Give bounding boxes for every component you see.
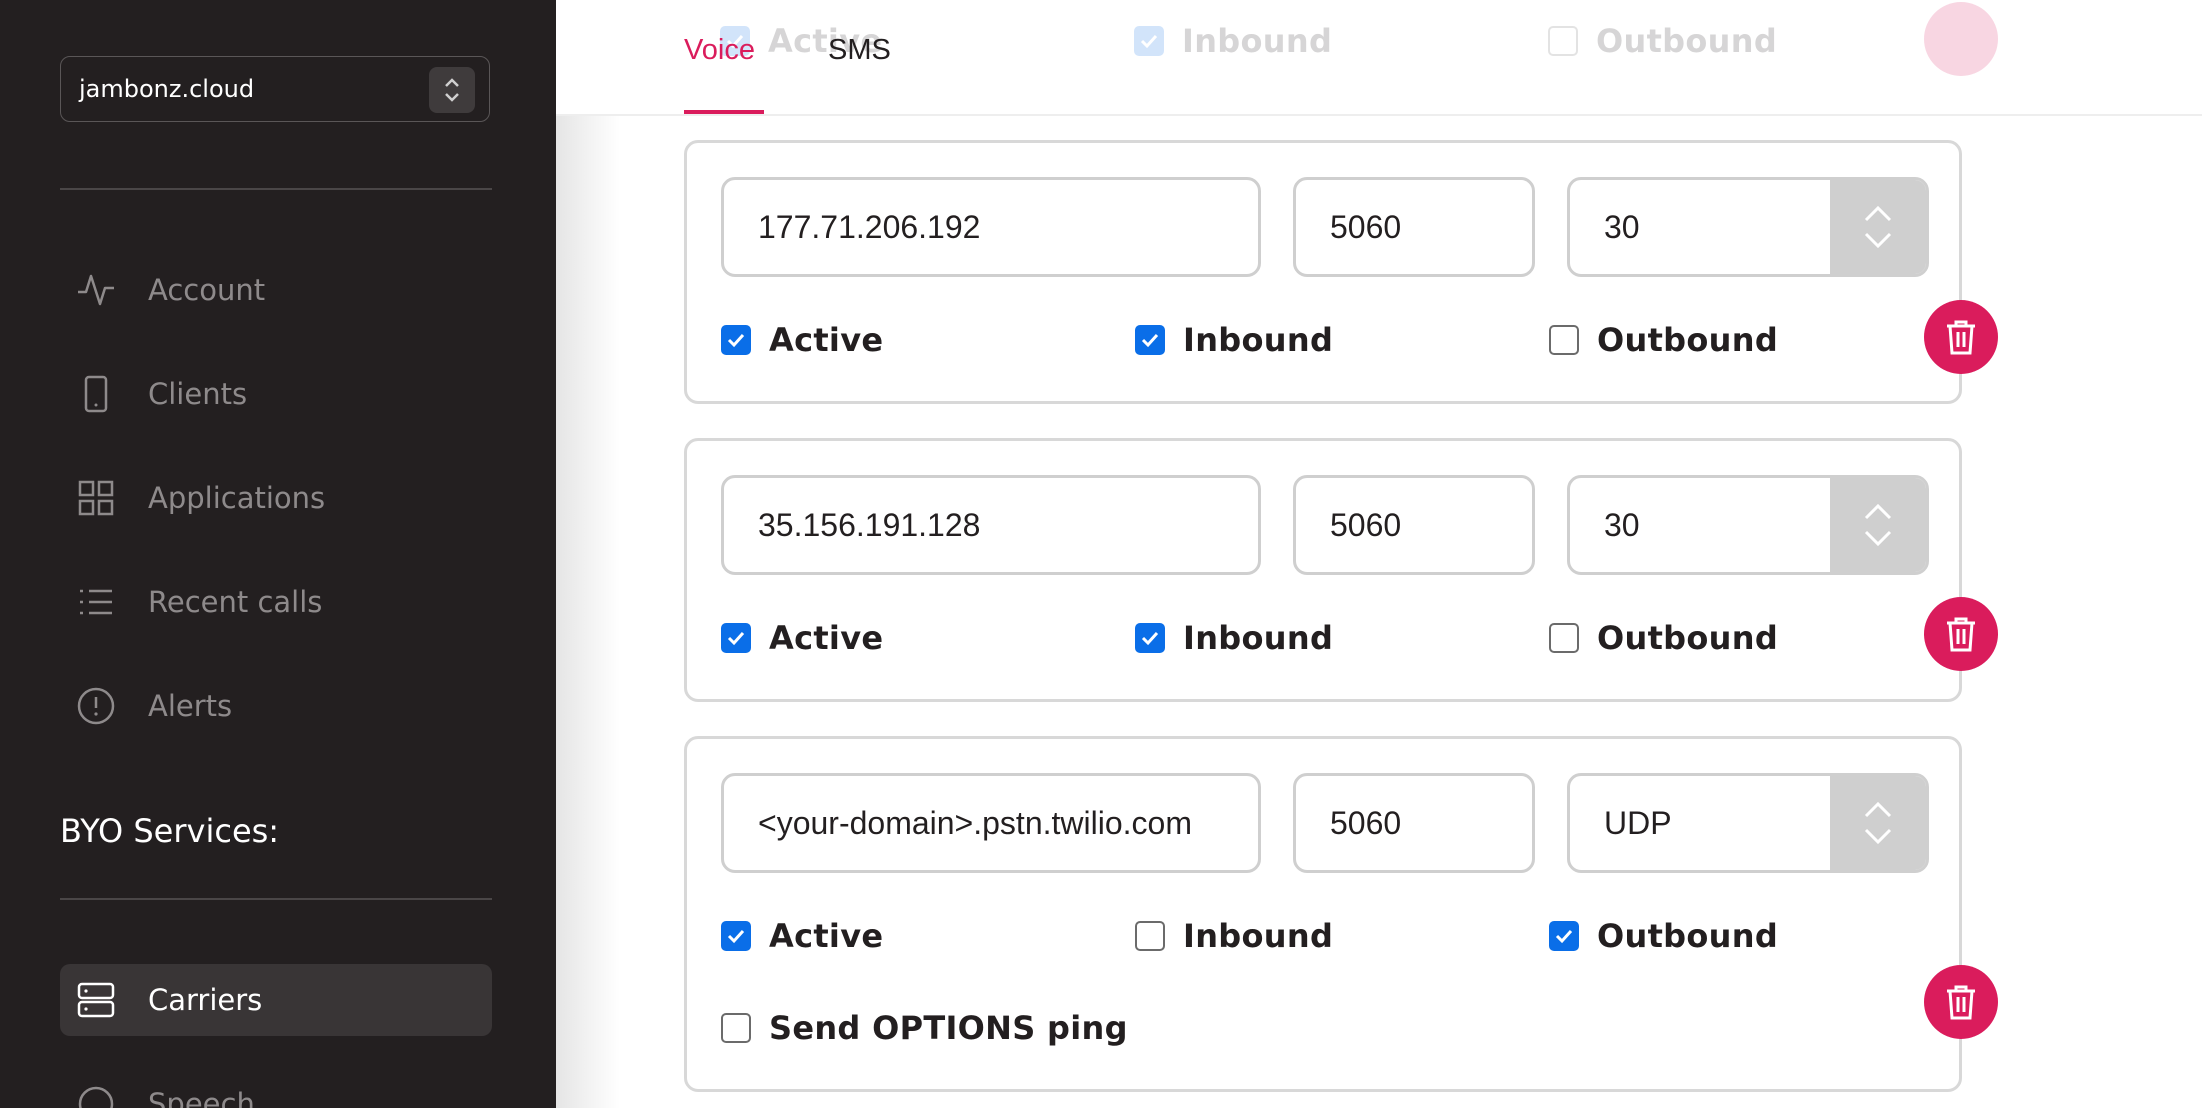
active-checkbox[interactable]: Active bbox=[721, 619, 883, 657]
delete-gateway-button[interactable] bbox=[1924, 965, 1998, 1039]
sidebar-item-clients[interactable]: Clients bbox=[60, 358, 492, 430]
chevron-up-down-icon[interactable] bbox=[429, 67, 475, 113]
ip-value: 177.71.206.192 bbox=[758, 208, 981, 245]
trash-icon bbox=[1947, 320, 1975, 355]
checkbox-checked-icon[interactable] bbox=[721, 623, 751, 653]
checkbox-unchecked-icon[interactable] bbox=[1549, 623, 1579, 653]
inbound-checkbox[interactable]: Inbound bbox=[1135, 619, 1333, 657]
tabs-bar bbox=[556, 0, 2202, 116]
checkbox-checked-icon[interactable] bbox=[1549, 921, 1579, 951]
ip-address-input[interactable]: 177.71.206.192 bbox=[721, 177, 1261, 277]
select-value: UDP bbox=[1604, 804, 1672, 841]
sidebar-item-label: Applications bbox=[148, 481, 326, 515]
sidebar-item-carriers[interactable]: Carriers bbox=[60, 964, 492, 1036]
outbound-label: Outbound bbox=[1597, 917, 1779, 955]
checkbox-unchecked-icon[interactable] bbox=[721, 1013, 751, 1043]
checkbox-checked-icon[interactable] bbox=[1135, 623, 1165, 653]
sidebar-item-alerts[interactable]: Alerts bbox=[60, 670, 492, 742]
port-input[interactable]: 5060 bbox=[1293, 177, 1535, 277]
outbound-label: Outbound bbox=[1597, 619, 1779, 657]
port-value: 5060 bbox=[1330, 208, 1402, 245]
ip-address-input[interactable]: <your-domain>.pstn.twilio.com bbox=[721, 773, 1261, 873]
netmask-select[interactable]: 30 bbox=[1567, 177, 1929, 277]
active-checkbox[interactable]: Active bbox=[721, 321, 883, 359]
inbound-label: Inbound bbox=[1183, 321, 1334, 359]
list-icon bbox=[74, 580, 118, 624]
sidebar-item-label: Clients bbox=[148, 377, 248, 411]
outbound-checkbox[interactable]: Outbound bbox=[1549, 619, 1778, 657]
chevron-up-down-icon[interactable] bbox=[1830, 478, 1926, 572]
active-label: Active bbox=[769, 917, 884, 955]
outbound-label: Outbound bbox=[1597, 321, 1779, 359]
sidebar-item-applications[interactable]: Applications bbox=[60, 462, 492, 534]
sidebar-item-label: Speech bbox=[148, 1087, 255, 1108]
ip-address-input[interactable]: 35.156.191.128 bbox=[721, 475, 1261, 575]
sidebar-divider bbox=[60, 898, 492, 900]
delete-gateway-button[interactable] bbox=[1924, 300, 1998, 374]
gateway-row: 177.71.206.192 5060 30 Active Inbound Ou… bbox=[684, 140, 1962, 404]
tab-voice[interactable]: Voice bbox=[684, 34, 755, 67]
circle-icon bbox=[74, 1082, 118, 1108]
ip-value: <your-domain>.pstn.twilio.com bbox=[758, 804, 1192, 841]
protocol-select[interactable]: UDP bbox=[1567, 773, 1929, 873]
outbound-checkbox[interactable]: Outbound bbox=[1549, 321, 1778, 359]
checkbox-checked-icon[interactable] bbox=[1135, 325, 1165, 355]
options-ping-checkbox[interactable]: Send OPTIONS ping bbox=[721, 1009, 1128, 1047]
port-input[interactable]: 5060 bbox=[1293, 475, 1535, 575]
sidebar-divider bbox=[60, 188, 492, 190]
active-label: Active bbox=[769, 619, 884, 657]
checkbox-checked-icon[interactable] bbox=[721, 921, 751, 951]
sidebar: jambonz.cloud Account Clients Applicatio… bbox=[0, 0, 556, 1108]
chevron-up-down-icon[interactable] bbox=[1830, 180, 1926, 274]
checkbox-unchecked-icon[interactable] bbox=[1549, 325, 1579, 355]
select-value: 30 bbox=[1604, 208, 1640, 245]
tab-sms[interactable]: SMS bbox=[828, 34, 891, 67]
checkbox-checked-icon[interactable] bbox=[721, 325, 751, 355]
sidebar-item-recent-calls[interactable]: Recent calls bbox=[60, 566, 492, 638]
active-checkbox[interactable]: Active bbox=[721, 917, 883, 955]
sidebar-item-label: Alerts bbox=[148, 689, 233, 723]
checkbox-unchecked-icon[interactable] bbox=[1135, 921, 1165, 951]
delete-gateway-button[interactable] bbox=[1924, 597, 1998, 671]
ip-value: 35.156.191.128 bbox=[758, 506, 981, 543]
options-ping-label: Send OPTIONS ping bbox=[769, 1009, 1128, 1047]
tab-active-indicator bbox=[684, 110, 764, 114]
active-label: Active bbox=[769, 321, 884, 359]
sidebar-item-label: Carriers bbox=[148, 983, 263, 1017]
port-value: 5060 bbox=[1330, 804, 1402, 841]
account-select[interactable]: jambonz.cloud bbox=[60, 56, 490, 122]
port-input[interactable]: 5060 bbox=[1293, 773, 1535, 873]
trash-icon bbox=[1947, 985, 1975, 1020]
byo-services-title: BYO Services: bbox=[60, 812, 280, 850]
chevron-up-down-icon[interactable] bbox=[1830, 776, 1926, 870]
activity-icon bbox=[74, 268, 118, 312]
inbound-label: Inbound bbox=[1183, 917, 1334, 955]
sidebar-item-account[interactable]: Account bbox=[60, 254, 492, 326]
gateway-row: 35.156.191.128 5060 30 Active Inbound Ou… bbox=[684, 438, 1962, 702]
inbound-checkbox[interactable]: Inbound bbox=[1135, 321, 1333, 359]
inbound-checkbox[interactable]: Inbound bbox=[1135, 917, 1333, 955]
alert-circle-icon bbox=[74, 684, 118, 728]
gateway-row: <your-domain>.pstn.twilio.com 5060 UDP A… bbox=[684, 736, 1962, 1092]
sidebar-item-speech[interactable]: Speech bbox=[60, 1068, 492, 1108]
account-select-value: jambonz.cloud bbox=[79, 75, 255, 103]
select-value: 30 bbox=[1604, 506, 1640, 543]
content-shadow bbox=[556, 0, 620, 1108]
outbound-checkbox[interactable]: Outbound bbox=[1549, 917, 1778, 955]
port-value: 5060 bbox=[1330, 506, 1402, 543]
phone-device-icon bbox=[74, 372, 118, 416]
sidebar-item-label: Account bbox=[148, 273, 266, 307]
server-icon bbox=[74, 978, 118, 1022]
inbound-label: Inbound bbox=[1183, 619, 1334, 657]
trash-icon bbox=[1947, 617, 1975, 652]
netmask-select[interactable]: 30 bbox=[1567, 475, 1929, 575]
sidebar-item-label: Recent calls bbox=[148, 585, 323, 619]
grid-icon bbox=[74, 476, 118, 520]
